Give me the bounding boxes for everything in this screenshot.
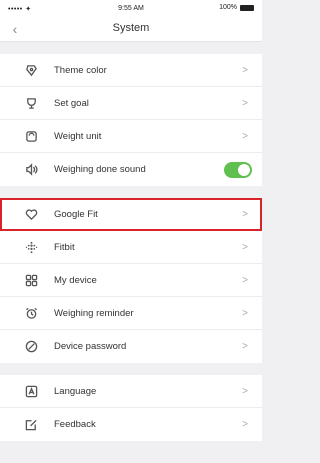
- row-theme-color[interactable]: Theme color >: [0, 54, 262, 87]
- sound-toggle[interactable]: [224, 161, 252, 178]
- heart-icon: [24, 207, 38, 221]
- row-label: Device password: [54, 341, 127, 352]
- palette-icon: [24, 63, 38, 77]
- row-label: Google Fit: [54, 208, 98, 220]
- row-label: Weighing reminder: [54, 307, 134, 319]
- nav-bar: ‹ System: [0, 17, 262, 42]
- chevron-right-icon: >: [242, 64, 248, 76]
- row-label: My device: [54, 274, 97, 286]
- row-fitbit[interactable]: Fitbit >: [0, 231, 262, 264]
- grid-icon: [24, 273, 38, 287]
- battery-indicator: 100%: [219, 4, 254, 11]
- row-device-password[interactable]: Device password >: [0, 330, 262, 363]
- chevron-right-icon: >: [242, 274, 248, 286]
- row-label: Set goal: [54, 97, 89, 109]
- status-bar: ••••• ✦ 9:55 AM 100%: [0, 0, 262, 17]
- chevron-right-icon: >: [242, 241, 248, 253]
- edit-icon: [24, 418, 38, 432]
- battery-icon: [240, 4, 254, 11]
- chevron-right-icon: >: [242, 307, 248, 319]
- alarm-icon: [24, 306, 38, 320]
- battery-percent: 100%: [219, 4, 237, 11]
- row-label: Feedback: [54, 419, 96, 430]
- row-weight-unit[interactable]: Weight unit >: [0, 120, 262, 153]
- language-icon: [24, 384, 38, 398]
- chevron-right-icon: >: [242, 385, 248, 397]
- speaker-icon: [24, 163, 38, 177]
- row-label: Language: [54, 385, 97, 397]
- row-feedback[interactable]: Feedback >: [0, 408, 262, 441]
- row-weighing-done-sound: Weighing done sound: [0, 153, 262, 186]
- row-my-device[interactable]: My device >: [0, 264, 262, 297]
- chevron-right-icon: >: [242, 208, 248, 220]
- lock-icon: [24, 340, 38, 354]
- row-label: Theme color: [54, 64, 107, 76]
- row-label: Weight unit: [54, 130, 102, 142]
- trophy-icon: [24, 96, 38, 110]
- row-google-fit[interactable]: Google Fit >: [0, 198, 262, 231]
- row-language[interactable]: Language >: [0, 375, 262, 408]
- row-weighing-reminder[interactable]: Weighing reminder >: [0, 297, 262, 330]
- chevron-right-icon: >: [242, 341, 248, 352]
- row-label: Fitbit: [54, 241, 75, 253]
- settings-group-devices: Google Fit > Fitbit > My device > Weighi…: [0, 198, 262, 363]
- settings-group-other: Language > Feedback >: [0, 375, 262, 441]
- page-title: System: [112, 22, 150, 34]
- chevron-right-icon: >: [242, 419, 248, 430]
- toggle-knob: [238, 163, 250, 176]
- chevron-right-icon: >: [242, 130, 248, 142]
- scale-icon: [24, 129, 38, 143]
- fitbit-icon: [24, 240, 38, 254]
- chevron-right-icon: >: [242, 97, 248, 109]
- row-set-goal[interactable]: Set goal >: [0, 87, 262, 120]
- row-label: Weighing done sound: [54, 164, 146, 175]
- settings-group-general: Theme color > Set goal > Weight unit > W…: [0, 54, 262, 186]
